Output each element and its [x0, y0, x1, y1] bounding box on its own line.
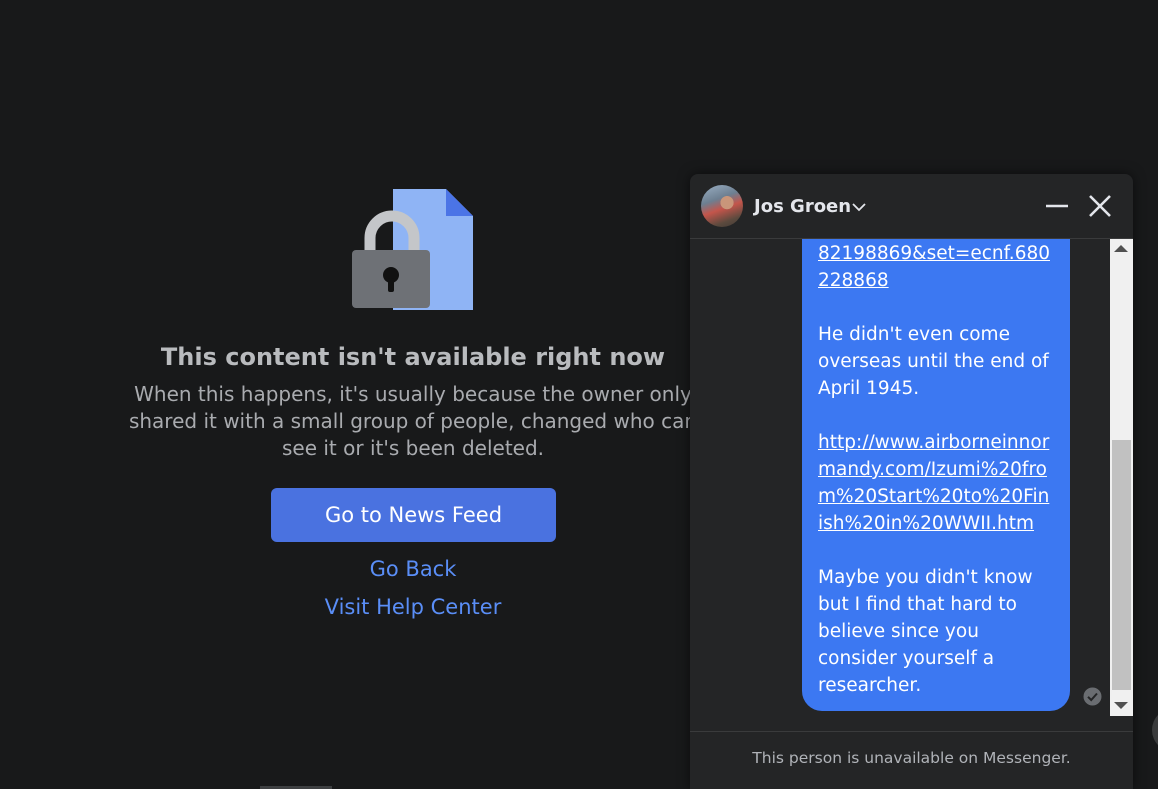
chevron-down-icon[interactable]	[852, 202, 866, 212]
message-bubble[interactable]: /photo/?fbid=10158352982198869&set=ecnf.…	[802, 239, 1070, 711]
message-text: He didn't even come overseas until the e…	[818, 324, 1055, 399]
visit-help-center-link[interactable]: Visit Help Center	[100, 595, 726, 619]
scroll-down-arrow-icon[interactable]	[1114, 702, 1128, 709]
airborne-in-normandy-link[interactable]: http://www.airborneinnormandy.com/Izumi%…	[818, 432, 1049, 534]
unavailable-notice: This person is unavailable on Messenger.	[752, 749, 1071, 767]
scroll-thumb[interactable]	[1112, 440, 1131, 690]
message-scrollbar[interactable]	[1110, 239, 1133, 716]
minimize-icon[interactable]	[1044, 194, 1070, 218]
content-unavailable-title: This content isn't available right now	[160, 343, 666, 371]
scroll-up-arrow-icon[interactable]	[1114, 245, 1128, 252]
chat-header: Jos Groen	[690, 174, 1133, 239]
content-unavailable-description: When this happens, it's usually because …	[128, 382, 698, 460]
contact-name[interactable]: Jos Groen	[754, 196, 851, 217]
go-back-link[interactable]: Go Back	[100, 557, 726, 581]
message-list[interactable]: /photo/?fbid=10158352982198869&set=ecnf.…	[690, 239, 1133, 731]
avatar[interactable]	[701, 185, 743, 227]
locked-document-icon	[352, 189, 473, 310]
content-unavailable-panel: This content isn't available right now W…	[100, 180, 726, 650]
chat-footer: This person is unavailable on Messenger.	[690, 731, 1133, 789]
photo-link[interactable]: /photo/?fbid=10158352982198869&set=ecnf.…	[818, 239, 1050, 291]
read-receipt-icon	[1083, 687, 1102, 706]
go-to-news-feed-button[interactable]: Go to News Feed	[271, 488, 556, 542]
messenger-chat-window: Jos Groen /photo/?fbid=10158352982198869…	[690, 174, 1133, 789]
close-icon[interactable]	[1088, 194, 1112, 218]
side-chat-head[interactable]	[1152, 708, 1158, 752]
message-text: Maybe you didn't know but I find that ha…	[818, 567, 1039, 696]
